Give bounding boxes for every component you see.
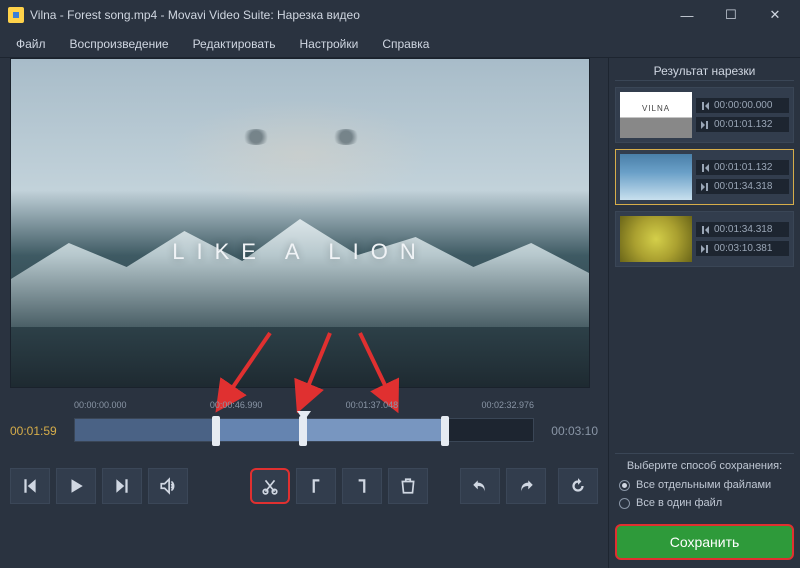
current-time: 00:01:59: [10, 424, 66, 438]
split-handle-3[interactable]: [441, 416, 449, 446]
content-area: LIKE A LION 00:01:59 00:00:00.000 00:00:…: [0, 58, 800, 568]
maximize-button[interactable]: ☐: [718, 5, 744, 25]
transport-controls: [10, 468, 598, 504]
menubar: Файл Воспроизведение Редактировать Настр…: [0, 30, 800, 58]
menu-help[interactable]: Справка: [370, 33, 441, 55]
mark-out-button[interactable]: [342, 468, 382, 504]
radio-separate-files[interactable]: Все отдельными файлами: [615, 476, 794, 494]
radio-single-file[interactable]: Все в один файл: [615, 494, 794, 512]
timeline-track[interactable]: 00:00:00.000 00:00:46.990 00:01:37.048 0…: [74, 414, 534, 448]
total-time: 00:03:10: [542, 424, 598, 438]
save-options: Выберите способ сохранения: Все отдельны…: [615, 453, 794, 512]
clip-end-time: 00:01:01.132: [714, 119, 772, 130]
titlebar: Vilna - Forest song.mp4 - Movavi Video S…: [0, 0, 800, 30]
save-prompt: Выберите способ сохранения:: [615, 460, 794, 472]
clip-end-icon: [700, 244, 710, 254]
clip-item-3[interactable]: 00:01:34.318 00:03:10.381: [615, 211, 794, 267]
segment-2[interactable]: [217, 419, 304, 441]
cut-button[interactable]: [250, 468, 290, 504]
clip-end-time: 00:01:34.318: [714, 181, 772, 192]
segment-1[interactable]: [75, 419, 217, 441]
segment-3[interactable]: [304, 419, 446, 441]
clip-end-time: 00:03:10.381: [714, 243, 772, 254]
prev-frame-button[interactable]: [10, 468, 50, 504]
mark-in-button[interactable]: [296, 468, 336, 504]
save-button[interactable]: Сохранить: [615, 524, 794, 560]
clip-start-time: 00:00:00.000: [714, 100, 772, 111]
clip-item-2[interactable]: 00:01:01.132 00:01:34.318: [615, 149, 794, 205]
clip-end-icon: [700, 182, 710, 192]
undo-button[interactable]: [460, 468, 500, 504]
delete-button[interactable]: [388, 468, 428, 504]
clip-item-1[interactable]: 00:00:00.000 00:01:01.132: [615, 87, 794, 143]
clip-start-time: 00:01:01.132: [714, 162, 772, 173]
radio-icon: [619, 498, 630, 509]
clip-start-time: 00:01:34.318: [714, 224, 772, 235]
menu-edit[interactable]: Редактировать: [181, 33, 288, 55]
video-preview[interactable]: LIKE A LION: [10, 58, 590, 388]
clip-start-icon: [700, 163, 710, 173]
app-window: Vilna - Forest song.mp4 - Movavi Video S…: [0, 0, 800, 568]
radio-icon: [619, 480, 630, 491]
app-icon: [8, 7, 24, 23]
clip-start-icon: [700, 101, 710, 111]
minimize-button[interactable]: —: [674, 5, 700, 25]
menu-file[interactable]: Файл: [4, 33, 58, 55]
clips-panel-title: Результат нарезки: [615, 62, 794, 81]
timeline: 00:01:59 00:00:00.000 00:00:46.990 00:01…: [10, 414, 598, 448]
volume-button[interactable]: [148, 468, 188, 504]
close-button[interactable]: ✕: [762, 5, 788, 25]
clip-end-icon: [700, 120, 710, 130]
menu-settings[interactable]: Настройки: [287, 33, 370, 55]
preview-overlay-text: LIKE A LION: [11, 239, 589, 265]
clip-thumbnail: [620, 216, 692, 262]
window-title: Vilna - Forest song.mp4 - Movavi Video S…: [30, 8, 674, 22]
clip-thumbnail: [620, 92, 692, 138]
next-frame-button[interactable]: [102, 468, 142, 504]
playhead[interactable]: [297, 411, 311, 421]
split-handle-1[interactable]: [212, 416, 220, 446]
clips-panel: Результат нарезки 00:00:00.000 00:01:01.…: [608, 58, 800, 568]
clip-thumbnail: [620, 154, 692, 200]
play-button[interactable]: [56, 468, 96, 504]
redo-button[interactable]: [506, 468, 546, 504]
clip-start-icon: [700, 225, 710, 235]
reset-button[interactable]: [558, 468, 598, 504]
menu-playback[interactable]: Воспроизведение: [58, 33, 181, 55]
left-pane: LIKE A LION 00:01:59 00:00:00.000 00:00:…: [0, 58, 608, 568]
